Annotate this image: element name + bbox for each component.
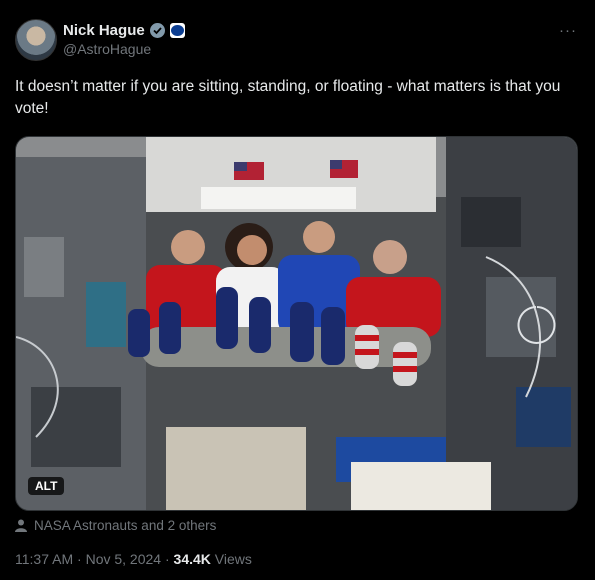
tweet-photo[interactable]: ALT — [15, 136, 578, 511]
author-name-row: Nick Hague — [63, 20, 185, 40]
author-handle[interactable]: @AstroHague — [63, 41, 151, 57]
tweet-time[interactable]: 11:37 AM — [15, 551, 73, 567]
meta-separator: · — [73, 551, 86, 567]
more-options-icon[interactable]: ··· — [559, 22, 577, 39]
author-avatar[interactable] — [15, 19, 57, 61]
tweet: Nick Hague @AstroHague ··· It doesn’t ma… — [0, 0, 595, 580]
alt-text-button[interactable]: ALT — [28, 477, 65, 495]
views-count: 34.4K — [173, 551, 211, 567]
meta-separator: · — [161, 551, 174, 567]
nasa-logo-icon[interactable] — [169, 22, 185, 38]
tagged-users[interactable]: NASA Astronauts and 2 others — [15, 516, 216, 534]
tweet-meta: 11:37 AM · Nov 5, 2024 · 34.4K Views — [15, 551, 252, 567]
tweet-text: It doesn’t matter if you are sitting, st… — [15, 78, 561, 117]
photo-illustration — [16, 137, 577, 510]
verified-badge-icon[interactable] — [149, 22, 165, 38]
author-display-name[interactable]: Nick Hague — [63, 22, 145, 39]
tagged-users-text[interactable]: NASA Astronauts and 2 others — [34, 518, 216, 533]
views-label: Views — [210, 551, 252, 567]
person-icon — [15, 519, 27, 532]
tweet-date[interactable]: Nov 5, 2024 — [86, 551, 162, 567]
